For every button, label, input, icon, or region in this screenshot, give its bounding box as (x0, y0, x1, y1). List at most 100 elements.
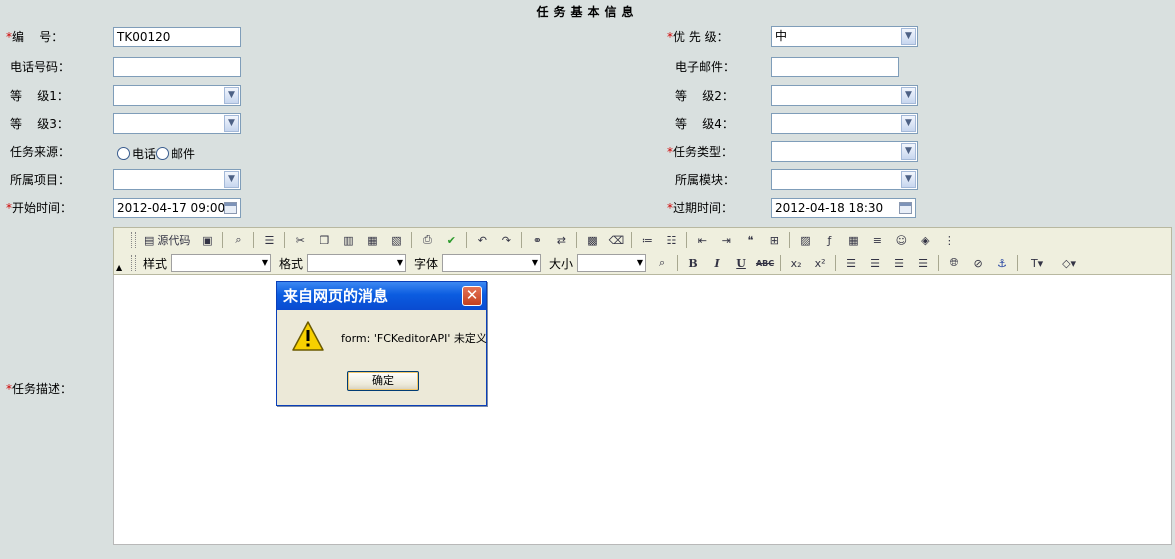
email-label: 电子邮件： (675, 60, 736, 74)
document-icon: ▣ (202, 233, 213, 247)
dialog-title: 来自网页的消息 (277, 282, 486, 310)
due-time-input[interactable]: 2012-04-18 18:30 (771, 198, 916, 218)
redo-button[interactable]: ↷ (496, 231, 516, 249)
paste-word-button[interactable]: ▧ (386, 231, 406, 249)
paste-text-button[interactable]: ▦ (362, 231, 382, 249)
subscript-button[interactable]: x₂ (786, 254, 806, 272)
templates-button[interactable]: ☰ (259, 231, 279, 249)
ok-button[interactable]: 确定 (347, 371, 419, 391)
outdent-button[interactable]: ⇤ (692, 231, 712, 249)
page-title: 任务基本信息 (536, 5, 639, 19)
source-radio-phone[interactable]: 电话 (117, 147, 156, 161)
zoom-icon: ⌕ (658, 256, 666, 269)
eraser-icon: ⌫ (608, 233, 625, 247)
div-button[interactable]: ⊞ (764, 231, 784, 249)
chevron-down-icon: ▼ (901, 143, 916, 160)
project-select[interactable]: ▼ (113, 169, 241, 190)
outdent-icon: ⇤ (697, 233, 708, 247)
project-label: 所属项目： (10, 173, 71, 187)
collapse-toolbar-icon[interactable]: ▲ (116, 264, 124, 272)
blockquote-button[interactable]: ❝ (740, 231, 760, 249)
paste-button[interactable]: ▥ (338, 231, 358, 249)
format-label: 格式 (279, 256, 304, 271)
cut-button[interactable]: ✂ (290, 231, 310, 249)
horizontal-rule-icon: ≡ (872, 233, 883, 247)
unlink-button[interactable]: ⊘ (968, 254, 988, 272)
show-blocks-button[interactable]: ⌕ (652, 254, 672, 272)
italic-button[interactable]: I (707, 254, 727, 272)
text-color-icon: T▾ (1030, 256, 1044, 270)
level1-select[interactable]: ▼ (113, 85, 241, 106)
chevron-down-icon: ▼ (261, 258, 269, 267)
quote-icon: ❝ (747, 233, 754, 247)
level4-select[interactable]: ▼ (771, 113, 918, 134)
source-code-button[interactable]: ▤ 源代码 (141, 231, 193, 249)
font-combo[interactable]: ▼ (442, 254, 542, 272)
print-button[interactable]: ⎙ (417, 231, 437, 249)
id-input[interactable]: TK00120 (113, 27, 241, 47)
link-button[interactable]: 🌐︎ (944, 254, 964, 272)
indent-button[interactable]: ⇥ (716, 231, 736, 249)
bg-color-button[interactable]: ◇▾ (1055, 254, 1083, 272)
redo-icon: ↷ (501, 233, 512, 247)
close-icon[interactable]: ✕ (462, 286, 482, 306)
bold-button[interactable]: B (683, 254, 703, 272)
text-color-button[interactable]: T▾ (1023, 254, 1051, 272)
strike-button[interactable]: ABC (755, 254, 775, 272)
level2-select[interactable]: ▼ (771, 85, 918, 106)
copy-button[interactable]: ❐ (314, 231, 334, 249)
task-type-select[interactable]: ▼ (771, 141, 918, 162)
rule-button[interactable]: ≡ (867, 231, 887, 249)
special-char-button[interactable]: ◈ (915, 231, 935, 249)
align-center-button[interactable]: ☰ (865, 254, 885, 272)
start-time-label: *开始时间： (6, 201, 73, 215)
select-all-button[interactable]: ▩ (582, 231, 602, 249)
image-button[interactable]: ▨ (795, 231, 815, 249)
remove-format-button[interactable]: ⌫ (606, 231, 626, 249)
page-break-button[interactable]: ⋮ (939, 231, 959, 249)
ordered-list-button[interactable]: ≔ (637, 231, 657, 249)
phone-input[interactable] (113, 57, 241, 77)
source-radio-mail[interactable]: 邮件 (156, 147, 195, 161)
unordered-list-button[interactable]: ☷ (661, 231, 681, 249)
align-right-button[interactable]: ☰ (889, 254, 909, 272)
preview-button[interactable]: ⌕ (228, 231, 248, 249)
size-combo[interactable]: ▼ (577, 254, 647, 272)
toolbar-row-1: ▤ 源代码 ▣ ⌕ ☰ ✂ ❐ ▥ ▦ ▧ ⎙ ✔ ↶ ↷ ⚭ ⇄ ▩ ⌫ ≔ ☷… (128, 230, 961, 250)
toolbar-separator (631, 232, 633, 248)
toolbar-row-2: 样式 ▼ 格式 ▼ 字体 ▼ 大小 ▼ ⌕ B I U ABC x₂ x² ☰ … (128, 253, 1085, 273)
style-combo[interactable]: ▼ (171, 254, 272, 272)
align-left-button[interactable]: ☰ (841, 254, 861, 272)
align-justify-icon: ☰ (918, 256, 928, 270)
anchor-button[interactable]: ⚓︎ (992, 254, 1012, 272)
flash-button[interactable]: ƒ (819, 231, 839, 249)
spellcheck-button[interactable]: ✔ (441, 231, 461, 249)
chevron-down-icon: ▼ (531, 258, 539, 267)
superscript-button[interactable]: x² (810, 254, 830, 272)
preview-icon: ⌕ (235, 233, 242, 246)
ordered-list-icon: ≔ (641, 233, 653, 247)
format-combo[interactable]: ▼ (307, 254, 407, 272)
div-icon: ⊞ (769, 233, 780, 247)
replace-icon: ⇄ (556, 233, 567, 247)
module-select[interactable]: ▼ (771, 169, 918, 190)
start-time-input[interactable]: 2012-04-17 09:00 (113, 198, 241, 218)
replace-button[interactable]: ⇄ (551, 231, 571, 249)
priority-select[interactable]: 中 ▼ (771, 26, 918, 47)
email-input[interactable] (771, 57, 899, 77)
table-button[interactable]: ▦ (843, 231, 863, 249)
toolbar-separator (938, 255, 940, 271)
undo-button[interactable]: ↶ (472, 231, 492, 249)
smiley-button[interactable]: ☺ (891, 231, 911, 249)
level3-select[interactable]: ▼ (113, 113, 241, 134)
calendar-icon[interactable] (224, 202, 237, 214)
find-button[interactable]: ⚭ (527, 231, 547, 249)
underline-button[interactable]: U (731, 254, 751, 272)
doc-props-button[interactable]: ▣ (197, 231, 217, 249)
chevron-down-icon: ▼ (224, 115, 239, 132)
due-time-label: *过期时间： (667, 201, 734, 215)
toolbar-separator (284, 232, 286, 248)
toolbar-separator (411, 232, 413, 248)
calendar-icon[interactable] (899, 202, 912, 214)
align-justify-button[interactable]: ☰ (913, 254, 933, 272)
